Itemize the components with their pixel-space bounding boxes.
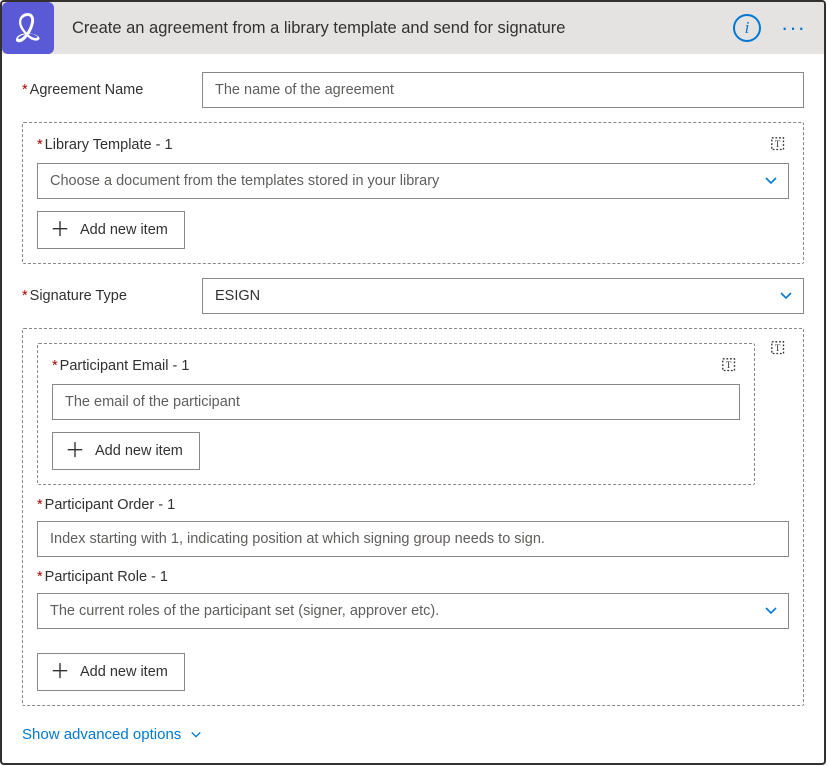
advanced-options-label: Show advanced options xyxy=(22,726,181,743)
plus-icon: ＋ xyxy=(50,662,70,682)
participant-role-label: *Participant Role - 1 xyxy=(37,569,789,585)
signature-type-select[interactable]: ESIGN xyxy=(202,278,804,314)
card-header: Create an agreement from a library templ… xyxy=(2,2,824,54)
participant-role-placeholder: The current roles of the participant set… xyxy=(50,603,764,619)
svg-text:T: T xyxy=(726,360,732,370)
chevron-down-icon xyxy=(189,728,203,742)
action-card: Create an agreement from a library templ… xyxy=(0,0,826,765)
info-button[interactable]: i xyxy=(733,14,761,42)
library-template-placeholder: Choose a document from the templates sto… xyxy=(50,173,764,189)
agreement-name-row: *Agreement Name xyxy=(22,72,804,108)
add-item-label: Add new item xyxy=(80,664,168,680)
participant-order-label: *Participant Order - 1 xyxy=(37,497,789,513)
signature-type-row: *Signature Type ESIGN xyxy=(22,278,804,314)
participant-email-label: *Participant Email - 1 T xyxy=(52,356,740,376)
participant-role-select[interactable]: The current roles of the participant set… xyxy=(37,593,789,629)
chevron-down-icon xyxy=(779,289,793,303)
participant-order-section: *Participant Order - 1 xyxy=(37,497,789,557)
array-toggle-icon[interactable]: T xyxy=(769,339,789,359)
chevron-down-icon xyxy=(764,604,778,618)
chevron-down-icon xyxy=(764,174,778,188)
add-item-label: Add new item xyxy=(80,222,168,238)
signature-type-label: *Signature Type xyxy=(22,288,190,304)
plus-icon: ＋ xyxy=(65,441,85,461)
participant-email-group: *Participant Email - 1 T ＋ Add new item xyxy=(37,343,755,485)
svg-text:T: T xyxy=(775,139,781,149)
array-toggle-icon[interactable]: T xyxy=(720,356,740,376)
library-template-group: *Library Template - 1 T Choose a documen… xyxy=(22,122,804,264)
card-title: Create an agreement from a library templ… xyxy=(54,19,733,38)
svg-text:T: T xyxy=(775,343,781,353)
participant-group: T *Participant Email - 1 T ＋ Add new ite… xyxy=(22,328,804,706)
library-template-label: *Library Template - 1 T xyxy=(37,135,789,155)
participant-order-input[interactable] xyxy=(37,521,789,557)
library-template-select[interactable]: Choose a document from the templates sto… xyxy=(37,163,789,199)
show-advanced-options-link[interactable]: Show advanced options xyxy=(22,726,203,743)
agreement-name-label: *Agreement Name xyxy=(22,82,190,98)
signature-type-value: ESIGN xyxy=(215,288,779,304)
array-toggle-icon[interactable]: T xyxy=(769,135,789,155)
participant-role-section: *Participant Role - 1 The current roles … xyxy=(37,569,789,629)
agreement-name-input[interactable] xyxy=(202,72,804,108)
adobe-sign-icon xyxy=(2,2,54,54)
participant-email-input[interactable] xyxy=(52,384,740,420)
add-participant-email-button[interactable]: ＋ Add new item xyxy=(52,432,200,470)
pdf-app-icon xyxy=(10,10,46,46)
card-body: *Agreement Name *Library Template - 1 T … xyxy=(2,54,824,763)
plus-icon: ＋ xyxy=(50,220,70,240)
add-participant-button[interactable]: ＋ Add new item xyxy=(37,653,185,691)
more-options-button[interactable]: ··· xyxy=(775,15,812,41)
add-library-template-button[interactable]: ＋ Add new item xyxy=(37,211,185,249)
add-item-label: Add new item xyxy=(95,443,183,459)
